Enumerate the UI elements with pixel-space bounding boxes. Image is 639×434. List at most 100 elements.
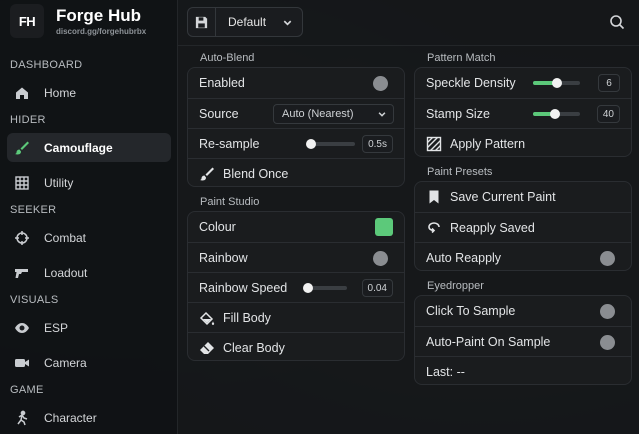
auto-paint-on-sample-row[interactable]: Auto-Paint On Sample [415, 326, 631, 356]
section-dashboard: DASHBOARD [10, 59, 83, 71]
paint-presets-panel: Save Current Paint Reapply Saved Auto Re… [414, 181, 632, 271]
blend-once-label: Blend Once [223, 166, 289, 181]
rainbow-toggle[interactable] [373, 251, 388, 266]
auto-reapply-toggle[interactable] [600, 251, 615, 266]
eyedropper-panel: Click To Sample Auto-Paint On Sample Las… [414, 295, 632, 385]
resample-slider[interactable] [305, 139, 355, 149]
section-visuals: VISUALS [10, 294, 59, 306]
speckle-density-slider[interactable] [533, 78, 580, 88]
resample-row: Re-sample 0.5s [188, 128, 404, 158]
stamp-size-slider[interactable] [533, 109, 580, 119]
source-dropdown[interactable]: Auto (Nearest) [273, 104, 394, 124]
click-to-sample-toggle[interactable] [600, 304, 615, 319]
camera-icon [14, 355, 30, 371]
sidebar-item-label: Home [44, 85, 77, 100]
reapply-saved-label: Reapply Saved [450, 220, 535, 235]
blend-once-button[interactable]: Blend Once [188, 158, 404, 188]
eraser-icon [199, 340, 215, 356]
sidebar-item-esp[interactable]: ESP [7, 313, 171, 342]
search-icon[interactable] [609, 14, 625, 30]
crosshair-icon [14, 230, 30, 246]
app-subtitle: discord.gg/forgehubrbx [56, 26, 147, 36]
sidebar-item-loadout[interactable]: Loadout [7, 258, 171, 287]
fill-body-label: Fill Body [223, 310, 271, 325]
repeat-icon [426, 220, 442, 236]
sidebar-item-label: Utility [44, 175, 74, 190]
person-icon [14, 410, 30, 426]
sidebar-item-label: Camouflage [44, 140, 113, 155]
auto-blend-title: Auto-Blend [200, 52, 255, 64]
sidebar-item-character[interactable]: Character [7, 403, 171, 432]
stamp-size-value[interactable]: 40 [596, 105, 620, 123]
auto-reapply-row[interactable]: Auto Reapply [415, 242, 631, 272]
source-row: Source Auto (Nearest) [188, 98, 404, 128]
fill-body-button[interactable]: Fill Body [188, 302, 404, 332]
pattern-match-panel: Speckle Density 6 Stamp Size 40 Apply Pa… [414, 67, 632, 157]
sidebar: FH Forge Hub discord.gg/forgehubrbx DASH… [0, 0, 178, 434]
section-game: GAME [10, 384, 44, 396]
save-current-paint-label: Save Current Paint [450, 190, 556, 204]
sidebar-item-camera[interactable]: Camera [7, 348, 171, 377]
rainbow-row[interactable]: Rainbow [188, 242, 404, 272]
gun-icon [14, 265, 30, 281]
section-hider: HIDER [10, 114, 46, 126]
reapply-saved-button[interactable]: Reapply Saved [415, 212, 631, 242]
chevron-down-icon [282, 17, 293, 28]
resample-value[interactable]: 0.5s [362, 135, 393, 153]
enabled-row[interactable]: Enabled [188, 68, 404, 98]
save-current-paint-button[interactable]: Save Current Paint [415, 182, 631, 212]
sidebar-item-label: Camera [44, 355, 87, 370]
colour-row: Colour [188, 212, 404, 242]
resample-slider-knob[interactable] [305, 139, 316, 149]
speckle-density-value[interactable]: 6 [598, 74, 620, 92]
eyedropper-title: Eyedropper [427, 280, 484, 292]
rainbow-speed-value[interactable]: 0.04 [361, 279, 393, 297]
speckle-density-knob[interactable] [551, 78, 562, 88]
preset-name: Default [228, 15, 267, 29]
colour-label: Colour [199, 220, 236, 234]
brush-icon [199, 166, 215, 182]
apply-pattern-label: Apply Pattern [450, 136, 526, 151]
clear-body-label: Clear Body [223, 340, 285, 355]
chevron-down-icon [378, 112, 386, 117]
floppy-icon[interactable] [188, 8, 216, 36]
bookmark-icon [426, 189, 442, 205]
rainbow-speed-knob[interactable] [302, 283, 313, 293]
brush-icon [14, 140, 30, 156]
click-to-sample-row[interactable]: Click To Sample [415, 296, 631, 326]
logo: FH [10, 4, 44, 38]
paint-studio-panel: Colour Rainbow Rainbow Speed 0.04 Fill B… [187, 211, 405, 361]
sidebar-item-label: ESP [44, 320, 69, 335]
top-bar: Default [178, 0, 639, 46]
hub-window: FH Forge Hub discord.gg/forgehubrbx DASH… [0, 0, 639, 434]
colour-swatch[interactable] [375, 218, 393, 236]
auto-paint-on-sample-toggle[interactable] [600, 335, 615, 350]
sidebar-item-label: Combat [44, 230, 87, 245]
sidebar-item-label: Character [44, 410, 97, 425]
auto-blend-panel: Enabled Source Auto (Nearest) Re-sample … [187, 67, 405, 187]
speckle-density-row: Speckle Density 6 [415, 68, 631, 98]
clear-body-button[interactable]: Clear Body [188, 332, 404, 362]
rainbow-speed-slider[interactable] [302, 283, 347, 293]
home-icon [14, 85, 30, 101]
source-value: Auto (Nearest) [282, 108, 354, 120]
pattern-match-title: Pattern Match [427, 52, 496, 64]
stamp-size-row: Stamp Size 40 [415, 98, 631, 128]
sidebar-item-home[interactable]: Home [7, 78, 171, 107]
apply-pattern-button[interactable]: Apply Pattern [415, 128, 631, 158]
sidebar-item-combat[interactable]: Combat [7, 223, 171, 252]
rainbow-speed-row: Rainbow Speed 0.04 [188, 272, 404, 302]
sidebar-item-utility[interactable]: Utility [7, 168, 171, 197]
brand: FH Forge Hub discord.gg/forgehubrbx [10, 4, 146, 38]
sidebar-item-camouflage[interactable]: Camouflage [7, 133, 171, 162]
eye-icon [14, 320, 30, 336]
section-seeker: SEEKER [10, 204, 57, 216]
enabled-toggle[interactable] [373, 76, 388, 91]
grid-icon [14, 175, 30, 191]
hatch-pattern-icon [426, 136, 442, 152]
sidebar-item-label: Loadout [44, 265, 88, 280]
paint-studio-title: Paint Studio [200, 196, 260, 208]
last-sample-label: Last: -- [426, 364, 465, 379]
preset-selector[interactable]: Default [187, 7, 303, 37]
last-sample-row: Last: -- [415, 356, 631, 386]
